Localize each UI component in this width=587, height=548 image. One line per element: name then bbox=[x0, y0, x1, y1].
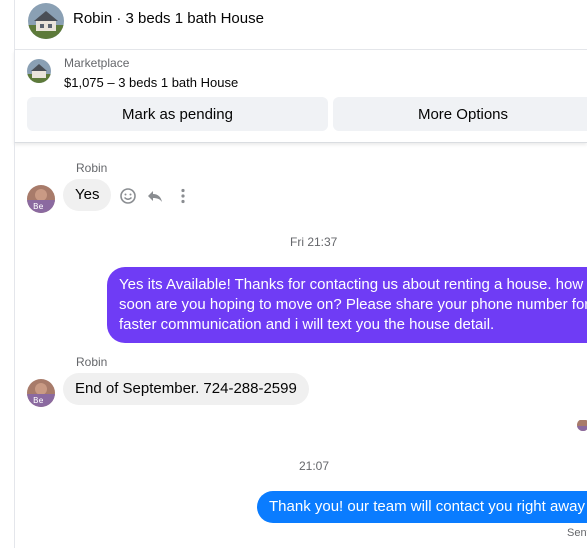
message-bubble-outgoing[interactable]: Thank you! our team will contact you rig… bbox=[257, 491, 587, 523]
listing-thumbnail[interactable] bbox=[27, 59, 51, 83]
more-vertical-icon[interactable] bbox=[174, 187, 192, 205]
more-options-button[interactable]: More Options bbox=[333, 97, 587, 131]
message-timestamp: Fri 21:37 bbox=[290, 235, 338, 249]
sender-name: Robin bbox=[76, 161, 108, 175]
message-timestamp: 21:07 bbox=[299, 459, 330, 473]
reply-icon[interactable] bbox=[146, 187, 164, 205]
message-bubble[interactable]: Yes bbox=[63, 179, 112, 211]
sender-name: Robin bbox=[76, 355, 108, 369]
emoji-icon[interactable] bbox=[119, 187, 137, 205]
sent-status: Sent bbox=[567, 527, 587, 539]
marketplace-label: Marketplace bbox=[64, 56, 130, 70]
message-bubble[interactable]: End of September. 724-288-2599 bbox=[63, 373, 309, 405]
conversation-title[interactable]: Robin · 3 beds 1 bath House bbox=[73, 10, 264, 27]
conversation-header: Robin · 3 beds 1 bath House bbox=[14, 0, 587, 50]
message-thread: Robin Be Yes Fri 21:37 Yes its Available… bbox=[14, 143, 587, 548]
seen-avatar bbox=[577, 419, 587, 431]
sender-avatar[interactable]: Be bbox=[27, 379, 55, 407]
message-bubble-outgoing[interactable]: Yes its Available! Thanks for contacting… bbox=[107, 267, 587, 343]
message-line: Yes its Available! Thanks for contacting… bbox=[119, 276, 584, 293]
message-line: soon are you hoping to move on? Please s… bbox=[119, 296, 587, 313]
listing-title[interactable]: $1,075 – 3 beds 1 bath House bbox=[64, 75, 238, 90]
sender-avatar[interactable]: Be bbox=[27, 185, 55, 213]
listing-card: Marketplace $1,075 – 3 beds 1 bath House… bbox=[14, 50, 587, 143]
svg-text:Be: Be bbox=[33, 202, 43, 211]
svg-text:Be: Be bbox=[33, 396, 43, 405]
house-thumbnail[interactable] bbox=[28, 3, 64, 39]
mark-as-pending-button[interactable]: Mark as pending bbox=[27, 97, 328, 131]
message-line: faster communication and i will text you… bbox=[119, 316, 495, 333]
